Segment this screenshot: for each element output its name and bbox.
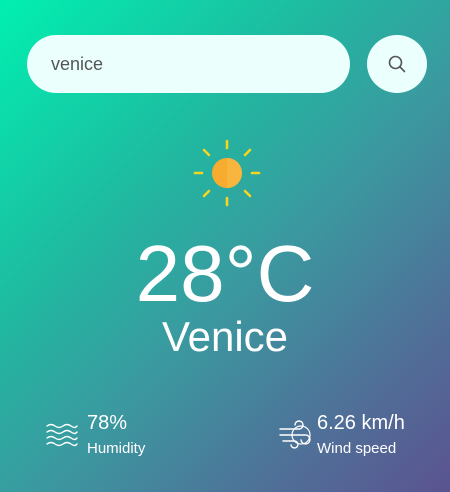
search-button[interactable]: [367, 35, 427, 93]
search-input[interactable]: [27, 35, 350, 93]
wind-speed-value: 6.26 km/h: [317, 412, 405, 434]
humidity-value: 78%: [87, 412, 128, 434]
weather-details: 78% Humidity 6.26 km/h Wind speed: [44, 410, 408, 462]
temperature: 28°C: [135, 229, 315, 318]
wind-speed-label: Wind speed: [317, 440, 397, 457]
humidity-waves-icon: [46, 423, 78, 447]
wind-icon: [279, 420, 311, 449]
humidity-label: Humidity: [87, 440, 146, 457]
wind-section: 6.26 km/h Wind speed: [277, 410, 405, 460]
humidity-section: 78% Humidity: [44, 410, 145, 460]
search-bar: [27, 35, 427, 93]
sun-icon: [193, 139, 261, 207]
weather-card: 28°C Venice 78% Humidity: [0, 0, 450, 492]
city-name: Venice: [161, 313, 289, 360]
search-icon: [388, 55, 406, 73]
